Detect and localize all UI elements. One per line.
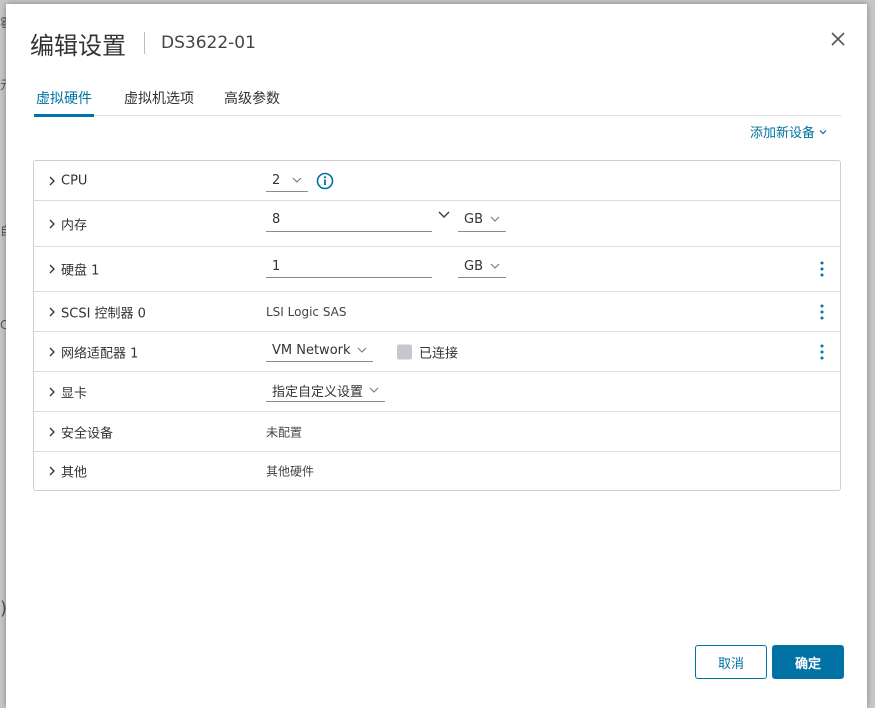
cancel-button[interactable]: 取消 <box>695 645 767 679</box>
connected-checkbox[interactable] <box>397 344 412 359</box>
scsi-value: LSI Logic SAS <box>266 304 347 319</box>
chevron-right-icon[interactable] <box>48 307 56 317</box>
chevron-down-icon <box>292 177 302 183</box>
add-new-device-button[interactable]: 添加新设备 <box>750 122 827 141</box>
security-label: 安全设备 <box>61 426 114 441</box>
hardware-row-cpu: CPU 2 <box>34 161 840 201</box>
info-icon[interactable] <box>316 172 334 190</box>
cpu-select[interactable]: 2 <box>266 169 308 192</box>
video-settings-select[interactable]: 指定自定义设置 <box>266 379 385 402</box>
hardware-row-other: 其他 其他硬件 <box>34 452 840 490</box>
memory-label: 内存 <box>61 218 88 233</box>
network-select[interactable]: VM Network <box>266 339 373 362</box>
memory-dropdown-chevron-icon[interactable] <box>438 211 450 219</box>
connected-label: 已连接 <box>419 346 459 361</box>
chevron-right-icon[interactable] <box>48 219 56 229</box>
chevron-down-icon <box>819 129 827 134</box>
chevron-down-icon <box>490 216 500 222</box>
tab-virtual-hardware[interactable]: 虚拟硬件 <box>34 84 94 117</box>
chevron-right-icon[interactable] <box>48 466 56 476</box>
chevron-right-icon[interactable] <box>48 427 56 437</box>
close-icon[interactable] <box>829 30 847 48</box>
chevron-right-icon[interactable] <box>48 387 56 397</box>
dialog-title: 编辑设置 <box>30 31 126 60</box>
tab-bar: 虚拟硬件 虚拟机选项 高级参数 <box>34 84 841 117</box>
hardware-row-memory: 内存 8 GB <box>34 201 840 247</box>
memory-input[interactable]: 8 <box>266 207 432 232</box>
ok-button[interactable]: 确定 <box>772 645 844 679</box>
disk-unit-select[interactable]: GB <box>458 255 506 278</box>
chevron-right-icon[interactable] <box>48 264 56 274</box>
virtual-hardware-list: CPU 2 内存 8 GB 硬盘 1 1 GB SCSI 控制器 0 LSI L… <box>33 160 841 491</box>
hardware-row-video: 显卡 指定自定义设置 <box>34 372 840 412</box>
hardware-row-scsi: SCSI 控制器 0 LSI Logic SAS <box>34 292 840 332</box>
chevron-down-icon <box>490 263 500 269</box>
hardware-row-network: 网络适配器 1 VM Network 已连接 <box>34 332 840 372</box>
other-label: 其他 <box>61 465 88 481</box>
chevron-down-icon <box>369 387 379 393</box>
dialog-header: 编辑设置 DS3622-01 <box>30 26 256 60</box>
hardware-row-security: 安全设备 未配置 <box>34 412 840 452</box>
vm-name: DS3622-01 <box>161 33 256 53</box>
tab-advanced-parameters[interactable]: 高级参数 <box>224 84 280 114</box>
chevron-right-icon[interactable] <box>48 176 56 186</box>
disk-size-input[interactable]: 1 <box>266 255 432 278</box>
memory-unit-select[interactable]: GB <box>458 207 506 232</box>
chevron-down-icon <box>357 347 367 353</box>
title-divider <box>144 32 145 54</box>
disk-label: 硬盘 1 <box>61 263 100 279</box>
edit-settings-dialog: 编辑设置 DS3622-01 虚拟硬件 虚拟机选项 高级参数 添加新设备 CPU… <box>6 4 867 708</box>
more-actions-icon[interactable] <box>820 304 824 320</box>
scsi-label: SCSI 控制器 0 <box>61 306 146 321</box>
network-label: 网络适配器 1 <box>61 346 139 361</box>
add-new-device-label: 添加新设备 <box>749 126 815 141</box>
chevron-right-icon[interactable] <box>48 347 56 357</box>
more-actions-icon[interactable] <box>820 261 824 277</box>
more-actions-icon[interactable] <box>820 344 824 360</box>
video-label: 显卡 <box>61 386 88 401</box>
security-value: 未配置 <box>266 425 303 439</box>
other-value: 其他硬件 <box>266 464 315 479</box>
tab-vm-options[interactable]: 虚拟机选项 <box>124 84 194 114</box>
hardware-row-disk: 硬盘 1 1 GB <box>34 247 840 292</box>
cpu-label: CPU <box>61 173 88 188</box>
